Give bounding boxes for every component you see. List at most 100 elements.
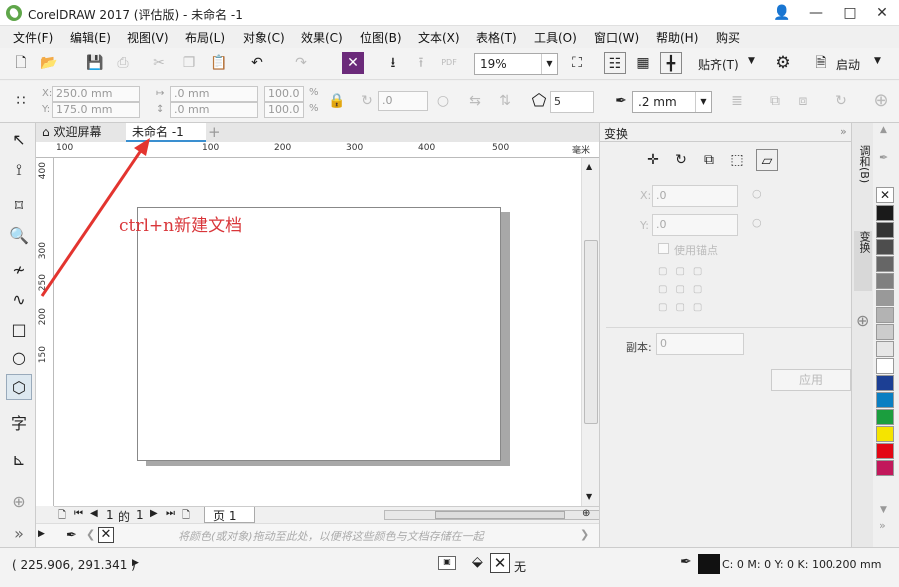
scale-x-field[interactable]: 100.0 xyxy=(264,86,304,102)
scroll-up-icon[interactable]: ▲ xyxy=(880,125,887,135)
color-swatch[interactable] xyxy=(876,222,894,238)
menu-help[interactable]: 帮助(H) xyxy=(656,29,698,46)
rectangle-tool-icon[interactable]: □ xyxy=(6,317,32,343)
menu-text[interactable]: 文本(X) xyxy=(418,29,460,46)
launch-button[interactable]: 启动 xyxy=(836,56,860,73)
menu-bitmaps[interactable]: 位图(B) xyxy=(360,29,402,46)
page-tab-1[interactable]: 页 1 xyxy=(204,507,256,523)
previous-page-icon[interactable]: ◀ xyxy=(90,508,98,519)
docker-x-field[interactable]: .0 xyxy=(652,185,738,207)
polygon-tool-icon[interactable]: ⬡ xyxy=(6,374,32,400)
menu-layout[interactable]: 布局(L) xyxy=(185,29,225,46)
outline-pen-icon[interactable]: ✒ xyxy=(680,554,692,570)
fill-bucket-icon[interactable]: ⬙ xyxy=(472,554,483,570)
rulers-icon[interactable]: ☷ xyxy=(604,52,626,74)
full-screen-icon[interactable]: ⛶ xyxy=(566,52,588,74)
pick-tool-icon[interactable]: ↖ xyxy=(6,127,32,153)
zoom-navigator-icon[interactable]: ⊕ xyxy=(582,508,590,519)
docker-y-field[interactable]: .0 xyxy=(652,214,738,236)
guidelines-icon[interactable]: ╋ xyxy=(660,52,682,74)
menu-edit[interactable]: 编辑(E) xyxy=(70,29,111,46)
color-swatch[interactable] xyxy=(876,290,894,306)
rotate-mode-icon[interactable]: ↻ xyxy=(670,149,692,171)
scrollbar-thumb[interactable] xyxy=(584,240,598,424)
scroll-left-icon[interactable]: ❮ xyxy=(86,528,95,541)
scroll-down-icon[interactable]: ▼ xyxy=(586,492,592,501)
eyedropper-icon[interactable]: ✒ xyxy=(66,528,77,543)
radio-icon[interactable]: ○ xyxy=(752,187,762,200)
use-anchor-checkbox[interactable] xyxy=(658,243,669,254)
outline-width-select[interactable]: .2 mm ▼ xyxy=(632,91,712,113)
grid-icon[interactable]: ▦ xyxy=(632,52,654,74)
color-proofing-icon[interactable]: ▣ xyxy=(438,556,456,570)
color-swatch[interactable] xyxy=(876,358,894,374)
anchor-grid[interactable]: ▢▢▢ ▢▢▢ ▢▢▢ xyxy=(658,263,718,317)
menu-effects[interactable]: 效果(C) xyxy=(301,29,343,46)
import-icon[interactable]: ⭳ xyxy=(382,52,404,74)
menu-table[interactable]: 表格(T) xyxy=(476,29,517,46)
export-icon[interactable]: ⭱ xyxy=(410,52,432,74)
skew-mode-icon[interactable]: ▱ xyxy=(756,149,778,171)
last-page-icon[interactable]: ⏭ xyxy=(166,508,175,519)
color-swatch[interactable] xyxy=(876,392,894,408)
save-icon[interactable]: 💾 xyxy=(84,52,106,74)
cut-icon[interactable]: ✂ xyxy=(148,52,170,74)
combine-icon[interactable]: ⧉ xyxy=(764,90,786,112)
add-docker-icon[interactable]: ⊕ xyxy=(856,311,869,330)
scroll-down-icon[interactable]: ▼ xyxy=(880,505,887,515)
break-apart-icon[interactable]: ⧈ xyxy=(792,90,814,112)
crop-tool-icon[interactable]: ⌑ xyxy=(6,193,32,219)
mirror-horizontal-icon[interactable]: ⇆ xyxy=(464,90,486,112)
color-swatch[interactable] xyxy=(876,375,894,391)
add-tool-icon[interactable]: ⊕ xyxy=(6,489,32,515)
menu-buy[interactable]: 购买 xyxy=(716,29,740,46)
color-swatch[interactable] xyxy=(876,307,894,323)
color-swatch[interactable] xyxy=(876,409,894,425)
add-icon[interactable]: ⊕ xyxy=(870,90,892,112)
ellipse-tool-icon[interactable]: ○ xyxy=(6,345,32,371)
color-swatch[interactable] xyxy=(876,324,894,340)
apply-button[interactable]: 应用 xyxy=(771,369,851,391)
radio-icon[interactable]: ○ xyxy=(752,216,762,229)
color-swatch[interactable] xyxy=(876,341,894,357)
lock-ratio-icon[interactable]: 🔒 xyxy=(326,90,348,112)
copy-icon[interactable]: ❐ xyxy=(178,52,200,74)
color-swatch[interactable] xyxy=(876,239,894,255)
undo-icon[interactable]: ↶ xyxy=(246,52,268,74)
expand-toolbox-icon[interactable]: » xyxy=(6,521,32,547)
status-menu-icon[interactable]: ▶ xyxy=(132,558,139,568)
no-color-swatch[interactable]: ✕ xyxy=(876,187,894,203)
artistic-media-tool-icon[interactable]: ∿ xyxy=(6,287,32,313)
text-tool-icon[interactable]: 字 xyxy=(6,411,32,437)
freehand-tool-icon[interactable]: ≁ xyxy=(6,257,32,283)
chevron-down-icon[interactable]: ▼ xyxy=(874,56,881,66)
color-swatch[interactable] xyxy=(876,273,894,289)
x-position-field[interactable]: 250.0 mm xyxy=(52,86,140,102)
maximize-button[interactable]: □ xyxy=(833,0,867,26)
paste-icon[interactable]: 📋 xyxy=(208,52,230,74)
vertical-scrollbar[interactable]: ▲ ▼ xyxy=(581,158,599,506)
y-position-field[interactable]: 175.0 mm xyxy=(52,102,140,118)
color-swatch[interactable] xyxy=(876,460,894,476)
palette-menu-icon[interactable]: ▶ xyxy=(38,529,45,539)
search-content-icon[interactable]: ✕ xyxy=(342,52,364,74)
expand-palette-icon[interactable]: » xyxy=(879,519,886,532)
text-wrap-icon[interactable]: ≣ xyxy=(726,90,748,112)
publish-pdf-icon[interactable]: PDF xyxy=(438,52,460,74)
open-folder-icon[interactable]: 📂 xyxy=(38,52,60,74)
tab-transform[interactable]: 变换 xyxy=(854,231,872,291)
width-field[interactable]: .0 mm xyxy=(170,86,258,102)
scale-mirror-mode-icon[interactable]: ⧉ xyxy=(698,149,720,171)
snap-to-button[interactable]: 贴齐(T) xyxy=(698,56,739,73)
mirror-vertical-icon[interactable]: ⇅ xyxy=(494,90,516,112)
color-swatch[interactable] xyxy=(876,205,894,221)
zoom-level-select[interactable]: 19% ▼ xyxy=(474,53,558,75)
launch-icon[interactable]: 🗎 xyxy=(810,52,832,74)
collapse-docker-icon[interactable]: » xyxy=(840,125,847,138)
next-page-icon[interactable]: ▶ xyxy=(150,508,158,519)
no-color-swatch-icon[interactable]: ✕ xyxy=(98,527,114,543)
menu-file[interactable]: 文件(F) xyxy=(13,29,53,46)
color-swatch[interactable] xyxy=(876,443,894,459)
eyedropper-icon[interactable]: ✒ xyxy=(879,151,888,164)
chevron-down-icon[interactable]: ▼ xyxy=(748,56,755,66)
